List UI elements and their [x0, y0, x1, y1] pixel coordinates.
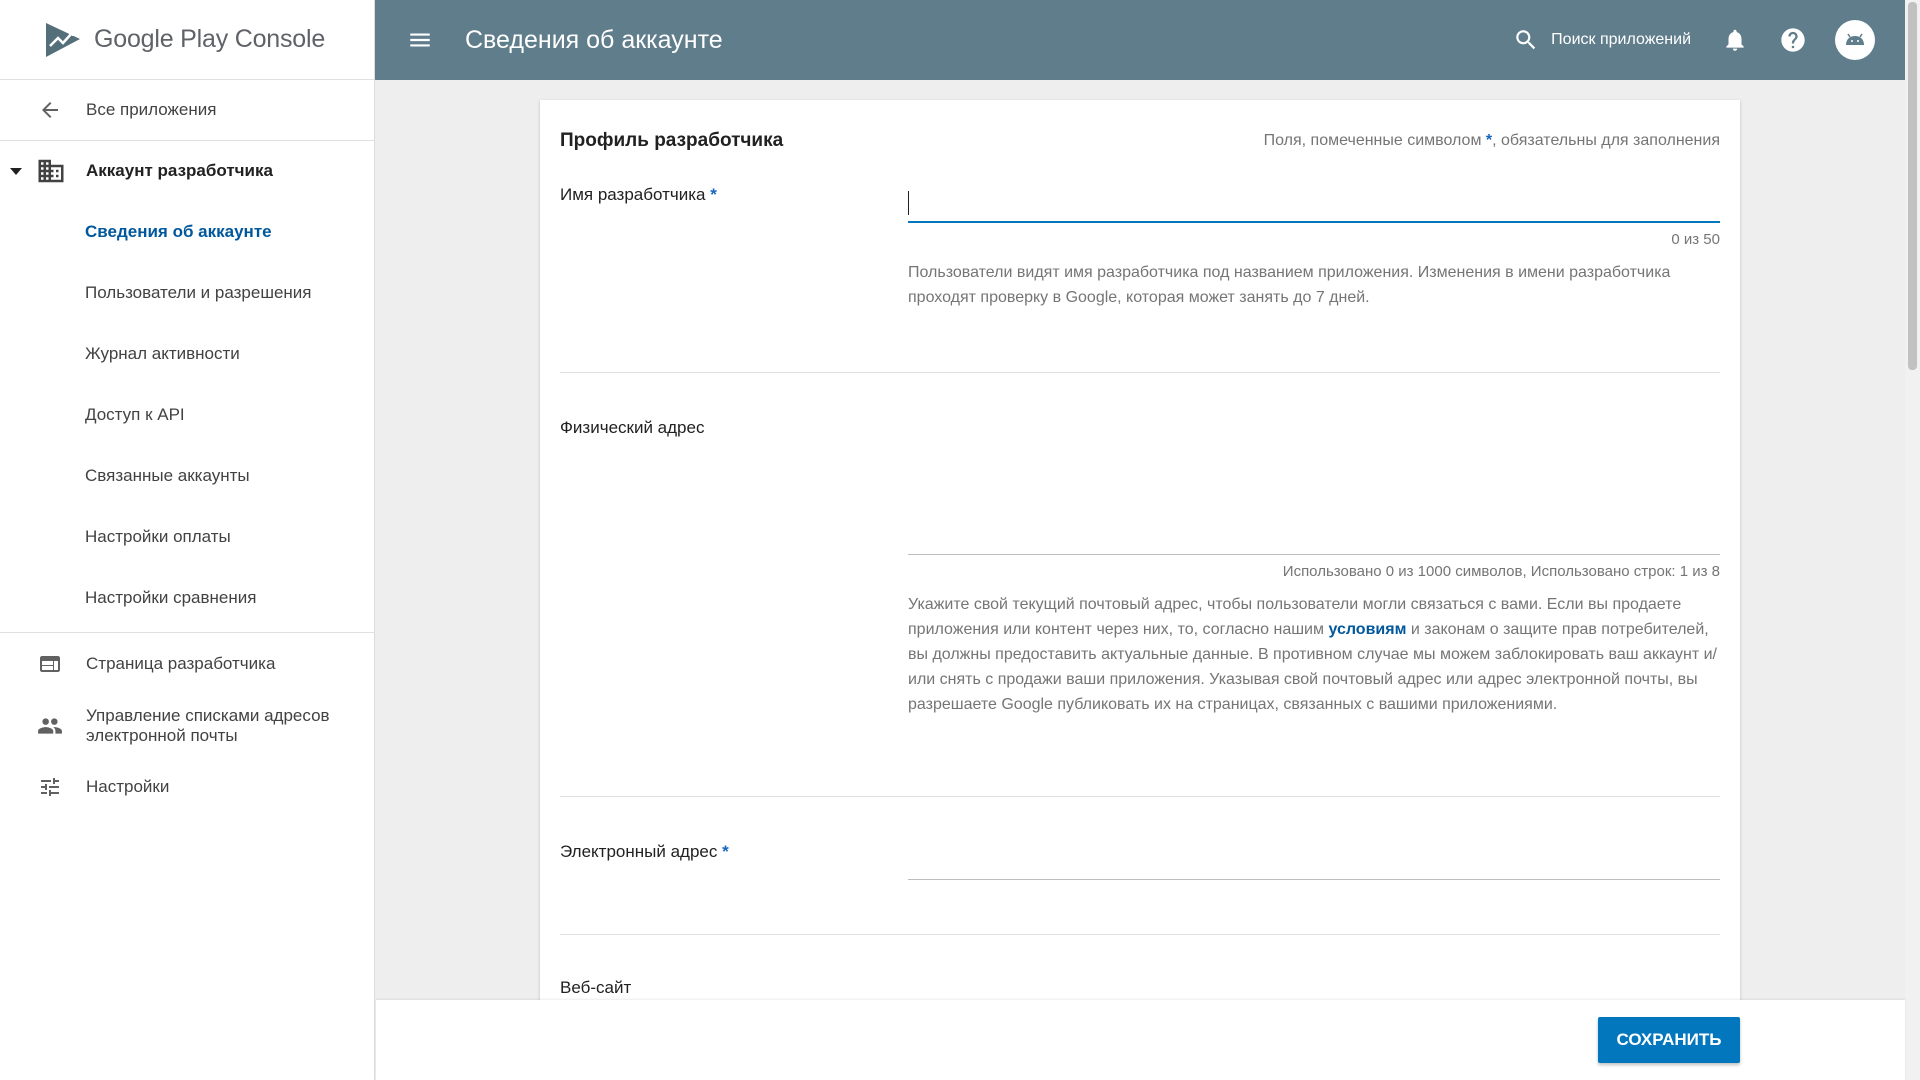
bottom-action-bar: СОХРАНИТЬ [376, 1000, 1905, 1080]
field-label: Физический адрес [560, 418, 705, 437]
email-label: Электронный адрес * [560, 842, 908, 934]
developer-name-input[interactable] [908, 185, 1720, 223]
building-icon [38, 159, 64, 183]
required-star: * [710, 185, 717, 204]
address-help: Укажите свой текущий почтовый адрес, что… [908, 592, 1720, 717]
developer-name-row: Имя разработчика * 0 из 50 Пользователи … [560, 160, 1720, 373]
back-to-all-apps[interactable]: Все приложения [0, 80, 374, 141]
sidebar-item-label: Сведения об аккаунте [85, 221, 272, 241]
search-placeholder: Поиск приложений [1551, 31, 1691, 48]
terms-link[interactable]: условиям [1328, 621, 1406, 638]
scrollbar-thumb[interactable] [1908, 2, 1917, 370]
website-label: Веб-сайт [560, 978, 632, 997]
menu-icon[interactable] [405, 25, 435, 55]
sidebar-item-api-access[interactable]: Доступ к API [0, 384, 374, 445]
address-textarea[interactable] [908, 418, 1720, 555]
sidebar-item-label: Журнал активности [85, 343, 240, 363]
field-label: Электронный адрес [560, 842, 718, 861]
sidebar-item-developer-page[interactable]: Страница разработчика [0, 633, 374, 695]
search-icon [1516, 30, 1536, 50]
account-avatar[interactable] [1835, 20, 1875, 60]
play-console-logo-icon [46, 22, 80, 57]
sidebar-item-users-permissions[interactable]: Пользователи и разрешения [0, 262, 374, 323]
page-title: Сведения об аккаунте [465, 25, 723, 54]
address-row: Физический адрес Использовано 0 из 1000 … [560, 373, 1720, 797]
developer-name-counter: 0 из 50 [1671, 231, 1720, 248]
back-label: Все приложения [86, 100, 217, 119]
sidebar-item-label: Страница разработчика [86, 654, 276, 673]
sidebar-item-label: Настройки сравнения [85, 587, 257, 607]
app-search[interactable]: Поиск приложений [1513, 27, 1691, 53]
address-label: Физический адрес [560, 418, 908, 796]
sidebar-item-label: Настройки оплаты [85, 526, 231, 546]
sidebar-item-activity-log[interactable]: Журнал активности [0, 323, 374, 384]
card-title: Профиль разработчика [560, 130, 784, 151]
sidebar-item-label: Доступ к API [85, 404, 185, 424]
page-scrollbar[interactable] [1905, 0, 1920, 1080]
field-label: Имя разработчика [560, 185, 706, 204]
save-button[interactable]: СОХРАНИТЬ [1598, 1017, 1740, 1063]
sidebar-item-label: Пользователи и разрешения [85, 282, 312, 302]
caret-down-icon [10, 168, 22, 175]
required-note-text: , обязательны для заполнения [1492, 132, 1720, 149]
developer-profile-card: Профиль разработчика Поля, помеченные си… [540, 100, 1740, 1000]
section-label: Аккаунт разработчика [86, 161, 273, 180]
arrow-back-icon [36, 96, 64, 124]
sidebar-item-payment-settings[interactable]: Настройки оплаты [0, 506, 374, 567]
required-note-text: Поля, помеченные символом [1263, 132, 1482, 149]
developer-name-help: Пользователи видят имя разработчика под … [908, 264, 1671, 306]
tune-icon [36, 773, 64, 801]
logo-text: Google Play Console [94, 25, 326, 53]
sidebar-item-comparison-settings[interactable]: Настройки сравнения [0, 567, 374, 628]
notifications-bell-icon[interactable] [1721, 26, 1749, 54]
people-icon [36, 712, 64, 740]
sidebar-item-linked-accounts[interactable]: Связанные аккаунты [0, 445, 374, 506]
web-page-icon [36, 650, 64, 678]
logo[interactable]: Google Play Console [0, 0, 374, 80]
sidebar: Google Play Console Все приложения Аккау… [0, 0, 375, 1080]
address-counter: Использовано 0 из 1000 символов, Использ… [1282, 563, 1720, 580]
developer-name-label: Имя разработчика * [560, 185, 908, 372]
email-row: Электронный адрес * [560, 797, 1720, 935]
sidebar-item-email-lists[interactable]: Управление списками адресов электронной … [0, 695, 374, 756]
website-row: Веб-сайт [560, 935, 1720, 998]
card-header: Профиль разработчика Поля, помеченные си… [560, 100, 1720, 160]
sidebar-item-label: Настройки [86, 777, 170, 796]
sidebar-item-account-details[interactable]: Сведения об аккаунте [0, 201, 374, 262]
sidebar-item-settings[interactable]: Настройки [0, 756, 374, 818]
sidebar-section-developer-account[interactable]: Аккаунт разработчика [0, 141, 374, 201]
sidebar-item-label: Связанные аккаунты [85, 465, 250, 485]
required-star: * [722, 842, 729, 861]
android-icon [1846, 33, 1864, 45]
text-cursor [908, 191, 909, 215]
top-app-bar: Сведения об аккаунте Поиск приложений [375, 0, 1905, 80]
required-fields-note: Поля, помеченные символом *, обязательны… [1264, 132, 1720, 150]
help-icon[interactable] [1779, 26, 1807, 54]
sidebar-item-label: Управление списками адресов электронной … [86, 705, 330, 745]
email-input[interactable] [908, 842, 1720, 880]
